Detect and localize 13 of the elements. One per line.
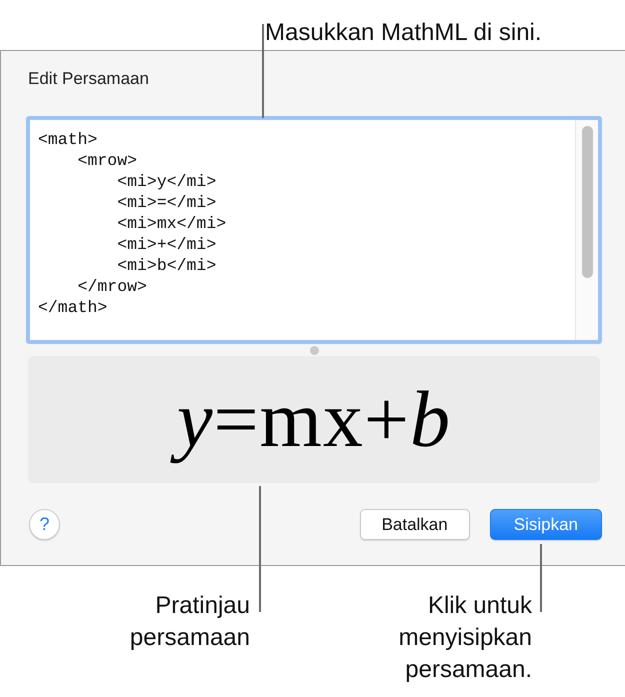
callout-text: Masukkan MathML di sini. — [265, 18, 542, 48]
code-text: <math> <mrow> <mi>y</mi> <mi>=</mi> <mi>mx</mi> <mi>+</mi> <mi>b</mi> </mrow> </math> — [38, 129, 228, 318]
equation-preview: y=mx+b — [169, 370, 459, 470]
callout-text: Klik untuk menyisipkan persamaan. — [398, 591, 532, 685]
help-button[interactable]: ? — [29, 509, 60, 540]
resize-handle[interactable] — [310, 346, 318, 355]
callout-text: Pratinjau persamaan — [128, 591, 250, 653]
scroll-thumb[interactable] — [582, 126, 593, 278]
cancel-button[interactable]: Batalkan — [360, 509, 470, 540]
dialog-title: Edit Persamaan — [28, 69, 150, 90]
mathml-field[interactable]: <math> <mrow> <mi>y</mi> <mi>=</mi> <mi>mx</mi> <mi>+</mi> <mi>b</mi> </mrow> </math> — [26, 116, 602, 344]
leader-line — [540, 544, 542, 612]
scrollbar[interactable] — [575, 120, 598, 340]
